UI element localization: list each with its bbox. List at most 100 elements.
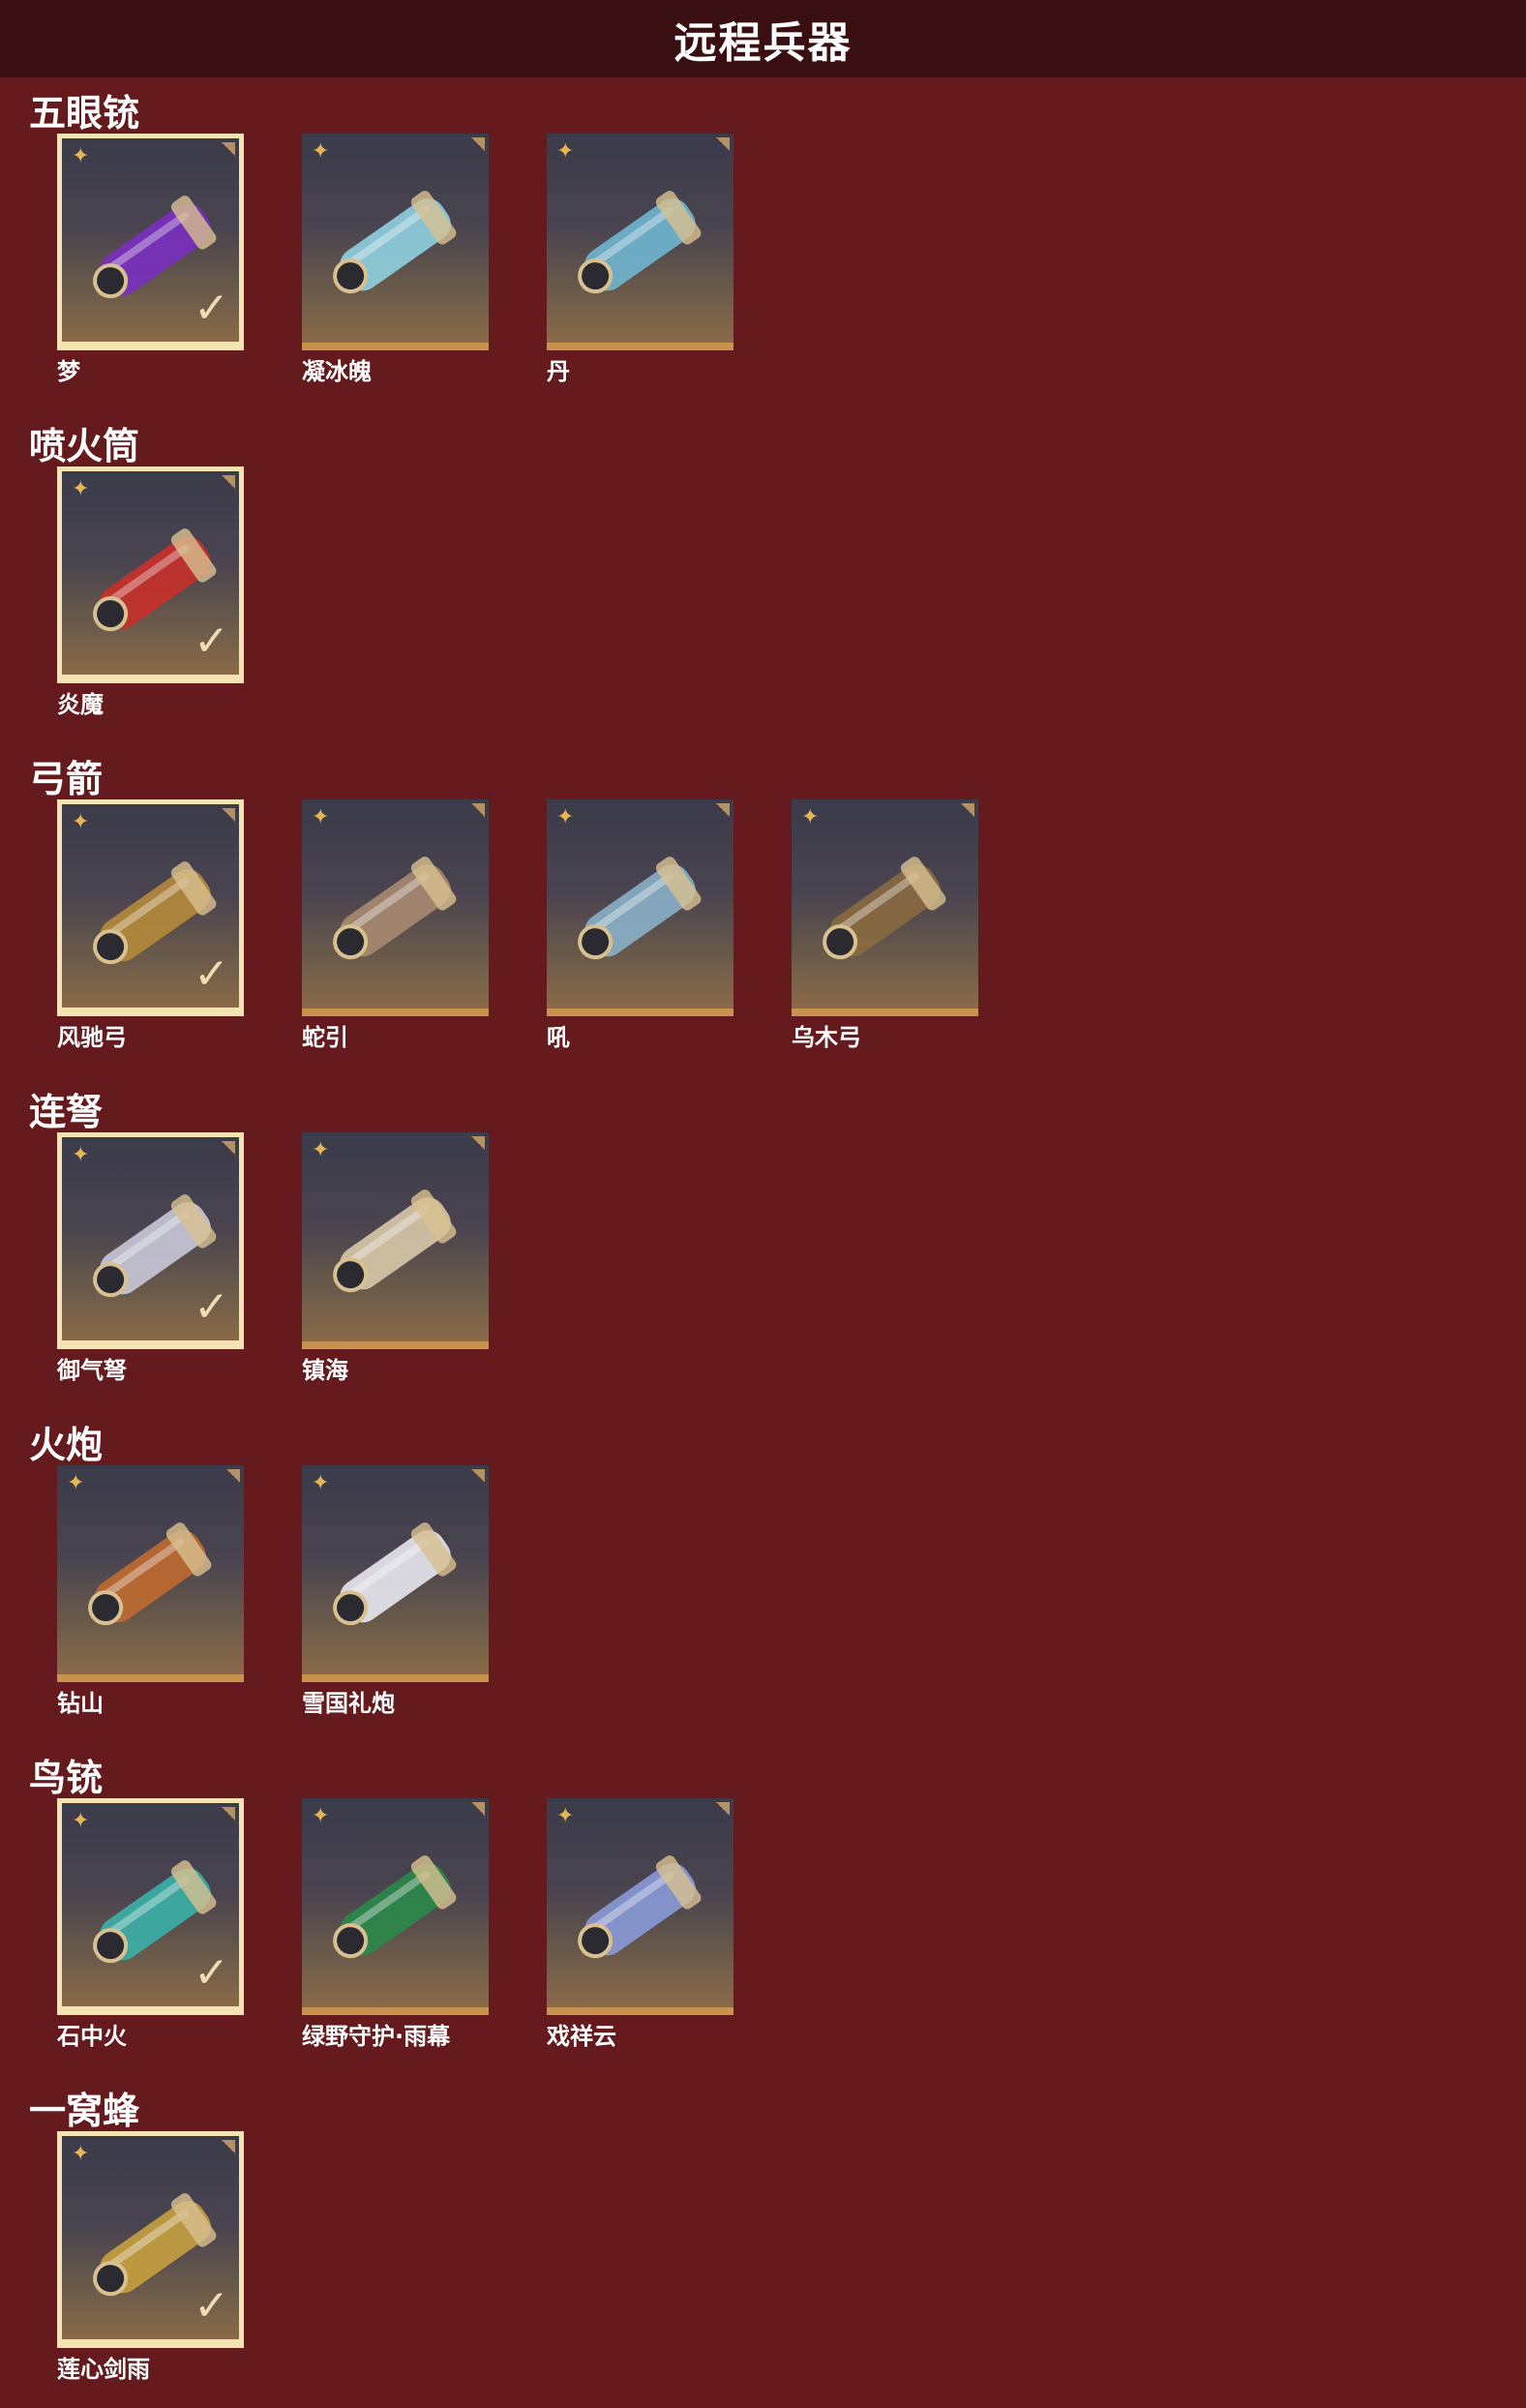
rarity-star-icon: ✦ — [801, 805, 820, 829]
corner-tab-icon — [222, 808, 235, 822]
weapon-tile: ✦ — [302, 799, 489, 1016]
section-title: 连弩 — [29, 1091, 104, 1133]
rarity-star-icon: ✦ — [72, 2142, 90, 2166]
weapon-card[interactable]: ✦ ✓ — [57, 1132, 244, 1349]
weapon-card[interactable]: ✦ ✓ — [57, 467, 244, 683]
weapon-tile: ✦ — [547, 799, 733, 1016]
weapon-name-label: 镇海 — [302, 1357, 348, 1384]
weapon-card[interactable]: ✦ — [547, 1798, 733, 2015]
rarity-star-icon: ✦ — [72, 1809, 90, 1833]
corner-tab-icon — [222, 1807, 235, 1821]
weapon-tile: ✦ — [302, 1798, 489, 2015]
weapon-tile: ✦ ✓ — [57, 2131, 244, 2348]
weapon-name-label: 钻山 — [57, 1690, 104, 1717]
weapon-card[interactable]: ✦ — [547, 134, 733, 350]
serpent-bow-icon — [333, 857, 457, 960]
rarity-star-icon: ✦ — [556, 1804, 575, 1828]
rarity-star-icon: ✦ — [556, 805, 575, 829]
weapon-tile: ✦ — [57, 1465, 244, 1682]
weapon-name-label: 御气弩 — [57, 1357, 127, 1384]
rarity-star-icon: ✦ — [72, 477, 90, 501]
page-header: 远程兵器 — [0, 0, 1526, 77]
weapon-name-label: 乌木弓 — [792, 1024, 861, 1051]
weapon-name-label: 雪国礼炮 — [302, 1690, 395, 1717]
weapon-name-label: 绿野守护·雨幕 — [302, 2023, 451, 2050]
equipped-check-icon: ✓ — [194, 284, 229, 333]
weapon-name-label: 蛇引 — [302, 1024, 348, 1051]
rarity-star-icon: ✦ — [72, 144, 90, 168]
ice-blue-cannon-icon — [578, 191, 702, 294]
weapon-tile: ✦ — [547, 134, 733, 350]
corner-tab-icon — [716, 803, 730, 817]
weapon-name-label: 莲心剑雨 — [57, 2356, 150, 2383]
weapon-name-label: 风驰弓 — [57, 1024, 127, 1051]
drill-cannon-icon — [88, 1522, 212, 1626]
corner-tab-icon — [471, 1136, 485, 1150]
corner-tab-icon — [222, 142, 235, 156]
weapon-tile: ✦ — [302, 1465, 489, 1682]
corner-tab-icon — [222, 2140, 235, 2153]
section-title: 喷火筒 — [29, 425, 140, 467]
weapon-tile: ✦ — [302, 1132, 489, 1349]
weapon-card[interactable]: ✦ ✓ — [57, 799, 244, 1016]
section-title: 一窝蜂 — [29, 2090, 140, 2132]
weapon-tile: ✦ ✓ — [57, 1798, 244, 2015]
corner-tab-icon — [471, 137, 485, 151]
rarity-star-icon: ✦ — [312, 805, 330, 829]
weapon-card[interactable]: ✦ — [792, 799, 978, 1016]
rarity-star-icon: ✦ — [72, 810, 90, 834]
equipped-check-icon: ✓ — [194, 617, 229, 666]
equipped-check-icon: ✓ — [194, 2281, 229, 2331]
weapon-name-label: 炎魔 — [57, 691, 104, 718]
rarity-star-icon: ✦ — [67, 1471, 85, 1495]
corner-tab-icon — [471, 1802, 485, 1816]
green-guardian-musket-icon — [333, 1855, 457, 1959]
weapon-tile: ✦ ✓ — [57, 1132, 244, 1349]
weapon-tile: ✦ ✓ — [57, 467, 244, 683]
weapon-tile: ✦ — [302, 134, 489, 350]
corner-tab-icon — [222, 475, 235, 489]
section-title: 鸟铳 — [29, 1757, 104, 1799]
rarity-star-icon: ✦ — [72, 1143, 90, 1167]
roar-bow-icon — [578, 857, 702, 960]
snow-salute-cannon-icon — [333, 1522, 457, 1626]
weapon-card[interactable]: ✦ — [302, 1798, 489, 2015]
page-title: 远程兵器 — [673, 18, 853, 68]
equipped-check-icon: ✓ — [194, 1282, 229, 1332]
weapon-tile: ✦ ✓ — [57, 134, 244, 350]
corner-tab-icon — [226, 1469, 240, 1483]
weapon-card[interactable]: ✦ — [302, 1465, 489, 1682]
weapon-name-label: 戏祥云 — [547, 2023, 616, 2050]
weapon-card[interactable]: ✦ — [57, 1465, 244, 1682]
corner-tab-icon — [716, 1802, 730, 1816]
corner-tab-icon — [716, 137, 730, 151]
section-title: 火炮 — [29, 1424, 104, 1466]
weapon-card[interactable]: ✦ — [302, 799, 489, 1016]
weapon-name-label: 吼 — [547, 1024, 570, 1051]
weapon-card[interactable]: ✦ ✓ — [57, 134, 244, 350]
weapon-tile: ✦ — [547, 1798, 733, 2015]
rarity-star-icon: ✦ — [312, 139, 330, 164]
corner-tab-icon — [471, 1469, 485, 1483]
corner-tab-icon — [961, 803, 974, 817]
weapon-name-label: 丹 — [547, 358, 570, 385]
weapon-tile: ✦ — [792, 799, 978, 1016]
weapon-card[interactable]: ✦ — [302, 134, 489, 350]
weapon-card[interactable]: ✦ ✓ — [57, 2131, 244, 2348]
section-title: 弓箭 — [29, 758, 104, 800]
ice-gatling-icon — [333, 191, 457, 294]
weapon-card[interactable]: ✦ — [302, 1132, 489, 1349]
rarity-star-icon: ✦ — [556, 139, 575, 164]
cloud-musket-icon — [578, 1855, 702, 1959]
rarity-star-icon: ✦ — [312, 1804, 330, 1828]
rarity-star-icon: ✦ — [312, 1471, 330, 1495]
weapon-card[interactable]: ✦ ✓ — [57, 1798, 244, 2015]
weapon-name-label: 凝冰魄 — [302, 358, 372, 385]
weapon-name-label: 石中火 — [57, 2023, 127, 2050]
weapon-tile: ✦ ✓ — [57, 799, 244, 1016]
equipped-check-icon: ✓ — [194, 1948, 229, 1998]
weapon-card[interactable]: ✦ — [547, 799, 733, 1016]
ebony-bow-icon — [823, 857, 946, 960]
sea-crossbow-icon — [333, 1189, 457, 1293]
corner-tab-icon — [471, 803, 485, 817]
